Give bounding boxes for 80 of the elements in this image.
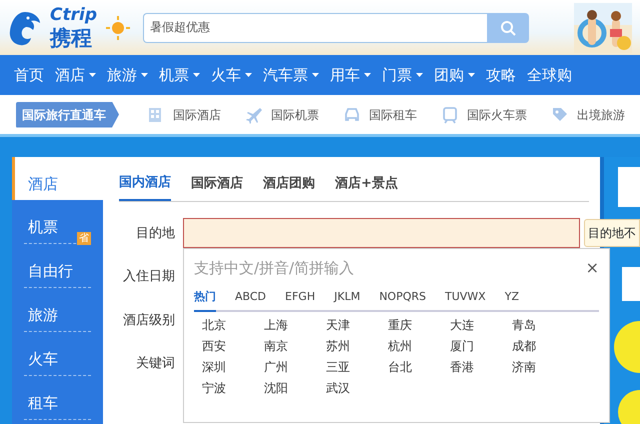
train-icon [441,106,459,124]
subnav-link[interactable]: 国际机票 [245,106,319,124]
destination-field[interactable] [183,218,580,248]
nav-link[interactable]: 首页 [14,64,44,86]
tab[interactable]: JKLM [334,287,360,310]
city-link[interactable]: 武汉 [326,378,388,396]
city-link[interactable]: 苏州 [326,336,388,354]
caret-icon [193,73,200,77]
sidebar-item[interactable]: 自由行 [12,244,103,287]
close-button[interactable]: × [586,256,599,279]
city-link[interactable]: 宁波 [202,378,264,396]
subnav-link[interactable]: 国际酒店 [147,106,221,124]
city-link[interactable]: 厦门 [450,336,512,354]
sidebar-item[interactable]: 酒店 [12,157,103,200]
caret-icon [468,73,475,77]
tab[interactable]: NOPQRS [379,287,426,310]
city-link[interactable]: 广州 [264,358,326,376]
subnav-link[interactable]: 国际火车票 [441,106,527,124]
savings-badge: 省 [77,232,91,245]
tag-icon [551,106,569,124]
city-link[interactable]: 重庆 [388,316,450,334]
car-icon [343,106,361,124]
caret-icon [89,73,96,77]
sidebar-item[interactable]: 租车 [12,376,103,419]
city-link[interactable]: 济南 [512,358,574,376]
city-link[interactable]: 三亚 [326,358,388,376]
tab[interactable]: 国际酒店 [191,173,243,200]
field-label: 酒店级别 [122,312,176,330]
logo-text: Ctrip [50,6,97,24]
nav-link[interactable]: 用车 [330,64,371,86]
city-link[interactable]: 北京 [202,316,264,334]
city-link[interactable]: 大连 [450,316,512,334]
caret-icon [416,73,423,77]
nav-link[interactable]: 汽车票 [263,64,319,86]
tab[interactable]: TUVWX [445,287,486,310]
nav-link[interactable]: 攻略 [486,64,516,86]
nav-link[interactable]: 机票 [159,64,200,86]
city-link[interactable]: 西安 [202,336,264,354]
tab[interactable]: ABCD [235,287,266,310]
logo-text: 携程 [50,28,93,48]
nav-link[interactable]: 团购 [434,64,475,86]
city-link[interactable]: 香港 [450,358,512,376]
nav-link[interactable]: 旅游 [107,64,148,86]
city-link[interactable]: 上海 [264,316,326,334]
category-label: 国际旅行直通车 [16,102,119,128]
caret-icon [141,73,148,77]
city-link[interactable]: 南京 [264,336,326,354]
nav-link[interactable]: 酒店 [55,64,96,86]
field-label: 关键词 [135,355,176,373]
city-link[interactable]: 天津 [326,316,388,334]
field-label: 目的地 [135,224,176,242]
search-field[interactable]: 暑假超优惠 [142,12,487,42]
tab[interactable]: EFGH [285,287,316,310]
sun-icon [104,14,131,40]
city-link[interactable]: 成都 [512,336,574,354]
caret-icon [364,73,371,77]
city-link[interactable]: 台北 [388,358,450,376]
sidebar-item[interactable]: 火车 [12,332,103,375]
search-icon [500,20,516,36]
subnav-link[interactable]: 出境旅游 [551,106,625,124]
plane-icon [245,106,263,124]
field-label: 入住日期 [122,268,176,286]
nav-link[interactable]: 门票 [382,64,423,86]
city-link[interactable]: 沈阳 [264,378,326,396]
tab[interactable]: 酒店团购 [263,173,315,200]
tab[interactable]: 热门 [194,287,216,312]
search-hint: 支持中文/拼音/简拼输入 [194,258,354,278]
nav-link[interactable]: 全球购 [527,64,572,86]
sidebar-item[interactable]: 旅游 [12,288,103,331]
city-link[interactable]: 深圳 [202,358,264,376]
tab[interactable]: 酒店+景点 [335,173,398,200]
caret-icon [245,73,252,77]
error-tooltip: 目的地不 [584,218,640,246]
tab[interactable]: 国内酒店 [119,173,171,200]
subnav-link[interactable]: 国际租车 [343,106,417,124]
nav-link[interactable]: 火车 [211,64,252,86]
city-link[interactable]: 青岛 [512,316,574,334]
tab[interactable]: YZ [504,287,519,310]
caret-icon [312,73,319,77]
city-link[interactable]: 杭州 [388,336,450,354]
